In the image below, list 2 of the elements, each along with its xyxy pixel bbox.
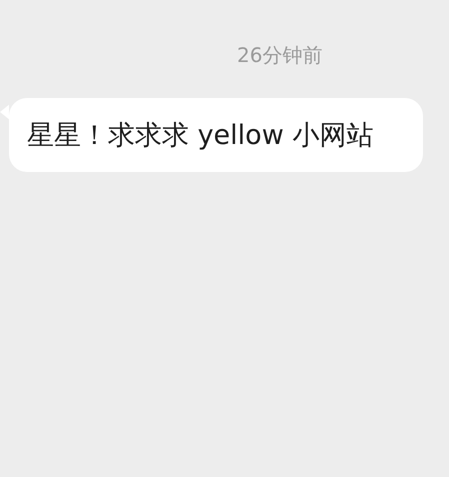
message-bubble: 星星！求求求 yellow 小网站 (9, 98, 423, 172)
message-time: 26分钟前 (237, 42, 322, 69)
